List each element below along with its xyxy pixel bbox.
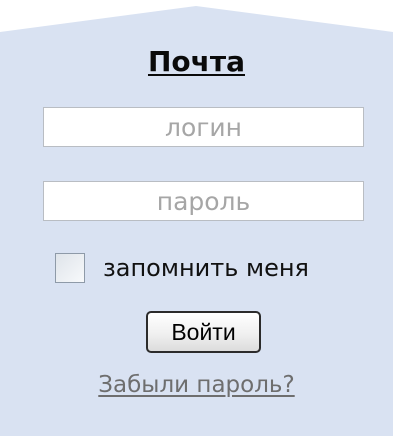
mail-login-widget: Почта запомнить меня Войти Забыли пароль… xyxy=(0,0,393,436)
forgot-password-row: Забыли пароль? xyxy=(0,370,393,400)
mail-title-link[interactable]: Почта xyxy=(148,45,245,78)
remember-me-row[interactable]: запомнить меня xyxy=(55,250,309,286)
mail-title: Почта xyxy=(0,44,393,80)
remember-me-label: запомнить меня xyxy=(103,254,309,282)
remember-me-checkbox[interactable] xyxy=(55,253,85,283)
forgot-password-link[interactable]: Забыли пароль? xyxy=(98,372,294,398)
login-input[interactable] xyxy=(43,107,364,147)
password-input[interactable] xyxy=(43,181,364,221)
login-button[interactable]: Войти xyxy=(146,311,261,353)
